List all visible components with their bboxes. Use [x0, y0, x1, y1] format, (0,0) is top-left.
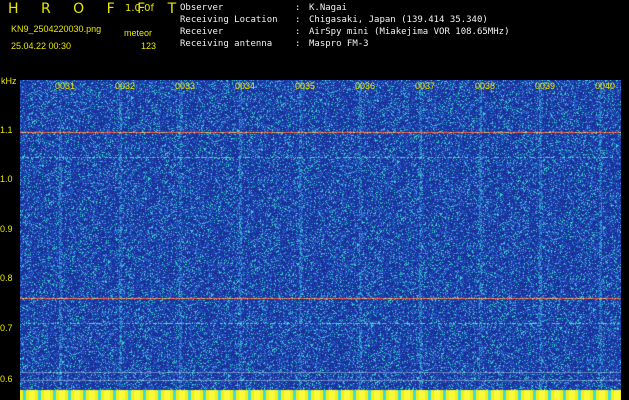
x-tick-0032: 0032	[115, 81, 136, 91]
location-key: Receiving Location	[180, 15, 278, 25]
y-tick-0-7: 0.7	[0, 323, 13, 333]
header-panel: H R O F F T 1.0.0f KN9_2504220030.png me…	[0, 0, 629, 78]
x-tick-0035: 0035	[295, 81, 316, 91]
x-tick-0036: 0036	[355, 81, 376, 91]
location-row: Receiving Location: Chigasaki, Japan (139…	[180, 15, 488, 25]
y-tick-0-9: 0.9	[0, 224, 13, 234]
y-tick-1-0: 1.0	[0, 174, 13, 184]
x-tick-0034: 0034	[235, 81, 256, 91]
location-value: Chigasaki, Japan (139.414 35.340)	[309, 15, 488, 25]
x-tick-0033: 0033	[175, 81, 196, 91]
date-time: 25.04.22 00:30	[11, 41, 72, 51]
spectrogram-waterfall	[20, 80, 621, 400]
y-tick-0-8: 0.8	[0, 273, 13, 283]
y-axis-unit: kHz	[1, 76, 17, 86]
x-tick-0039: 0039	[535, 81, 556, 91]
x-tick-0040: 0040	[595, 81, 616, 91]
antenna-key: Receiving antenna	[180, 39, 273, 49]
file-name: KN9_2504220030.png	[11, 24, 102, 34]
y-tick-1-1: 1.1	[0, 125, 13, 135]
observer-key: Observer	[180, 3, 224, 13]
app-title: H R O F F T	[8, 1, 186, 17]
x-tick-0037: 0037	[415, 81, 436, 91]
app-version: 1.0.0f	[125, 3, 154, 14]
observer-row: Observer: K.Nagai	[180, 3, 347, 13]
y-tick-0-6: 0.6	[0, 374, 13, 384]
mode-label: meteor	[124, 28, 153, 38]
antenna-row: Receiving antenna: Maspro FM-3	[180, 39, 369, 49]
receiver-value: AirSpy mini (Miakejima VOR 108.65MHz)	[309, 27, 510, 37]
receiver-key: Receiver	[180, 27, 224, 37]
x-tick-0038: 0038	[475, 81, 496, 91]
observer-value: K.Nagai	[309, 3, 347, 13]
receiver-row: Receiver: AirSpy mini (Miakejima VOR 108.…	[180, 27, 510, 37]
meteor-count: 123	[141, 41, 157, 51]
x-tick-0031: 0031	[55, 81, 76, 91]
antenna-value: Maspro FM-3	[309, 39, 369, 49]
